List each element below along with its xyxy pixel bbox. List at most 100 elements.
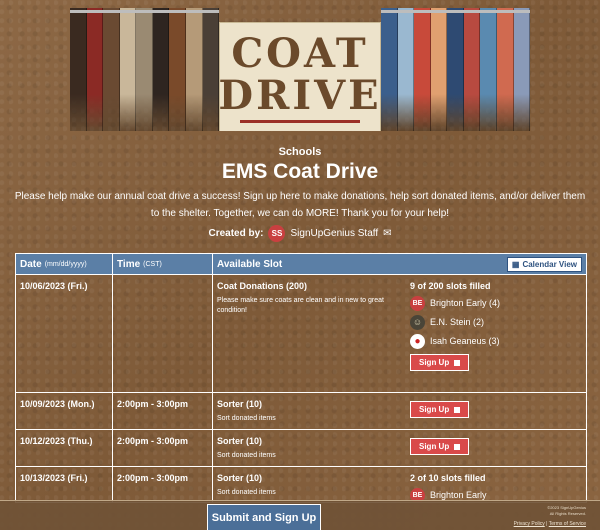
person-name: Brighton Early (4)	[430, 298, 501, 308]
sign-up-label: Sign Up	[419, 358, 450, 367]
time-column-header: Time (CST)	[113, 254, 213, 274]
created-by: Created by: SS SignUpGenius Staff ✉	[0, 225, 600, 242]
slot-cell: Sorter (10) Sort donated items	[213, 430, 406, 466]
slot-time: 2:00pm - 3:00pm	[117, 436, 189, 446]
sign-up-button[interactable]: Sign Up	[410, 401, 470, 418]
slot-date: 10/09/2023 (Mon.)	[20, 399, 95, 409]
slot-date: 10/06/2023 (Fri.)	[20, 281, 88, 291]
category-label: Schools	[278, 146, 322, 158]
slot-note: Please make sure coats are clean and in …	[217, 297, 384, 314]
left-coat-rack-image	[70, 8, 220, 131]
coat-swatch	[414, 8, 431, 131]
privacy-policy-link[interactable]: Privacy Policy	[514, 521, 545, 527]
created-by-label: Created by:	[208, 228, 264, 239]
sign-up-button[interactable]: Sign Up	[410, 354, 470, 371]
logo-underline	[240, 120, 360, 123]
table-row: 10/12/2023 (Thu.) 2:00pm - 3:00pm Sorter (…	[16, 429, 586, 466]
date-cell: 10/12/2023 (Thu.)	[16, 430, 113, 466]
slot-cell: Coat Donations (200) Please make sure coa…	[213, 275, 406, 392]
coat-drive-logo: COAT DRIVE	[218, 22, 382, 131]
coat-swatch	[136, 8, 153, 131]
slot-name: Coat Donations (200)	[217, 281, 308, 291]
calendar-view-button[interactable]: ▦ Calendar View	[506, 256, 582, 272]
slot-name: Sorter (10)	[217, 436, 263, 446]
slots-filled-count: 9 of 200 slots filled	[410, 281, 491, 291]
date-format-hint: (mm/dd/yyyy)	[44, 260, 87, 268]
right-coat-rack-image	[381, 8, 530, 131]
coat-swatch	[430, 8, 448, 131]
creator-avatar: SS	[268, 225, 286, 242]
slot-date: 10/13/2023 (Fri.)	[20, 473, 88, 483]
person-name: Brighton Early	[430, 490, 487, 500]
header-banner: COAT DRIVE	[70, 8, 530, 131]
signup-cell: 9 of 200 slots filled BE Brighton Early (4…	[406, 275, 586, 392]
date-header-label: Date	[20, 258, 42, 270]
coat-swatch	[70, 8, 87, 131]
signup-table: Date (mm/dd/yyyy) Time (CST) Available S…	[15, 253, 587, 503]
slot-note: Sort donated items	[217, 452, 276, 459]
checkbox-icon	[454, 406, 461, 413]
submit-and-sign-up-button[interactable]: Submit and Sign Up	[207, 504, 321, 530]
bottom-bar: Submit and Sign Up ©2023 SignUpGenius Al…	[0, 500, 600, 530]
person-avatar: ●	[410, 333, 425, 349]
coat-swatch	[185, 8, 203, 131]
copyright-line-2: All Rights Reserved.	[549, 511, 586, 516]
checkbox-icon	[454, 443, 461, 450]
slots-filled-count: 2 of 10 slots filled	[410, 473, 486, 483]
page-title: EMS Coat Drive	[221, 160, 379, 183]
slot-name: Sorter (10)	[217, 473, 263, 483]
table-row: 10/06/2023 (Fri.) Coat Donations (200) Ple…	[16, 274, 586, 392]
signed-up-person: ● Isah Geaneus (3)	[410, 333, 582, 349]
coat-swatch	[169, 8, 186, 131]
table-body: 10/06/2023 (Fri.) Coat Donations (200) Ple…	[16, 274, 586, 502]
slot-cell: Sorter (10) Sort donated items	[213, 467, 406, 502]
coat-swatch	[119, 8, 137, 131]
envelope-icon[interactable]: ✉	[383, 228, 391, 239]
slot-time: 2:00pm - 3:00pm	[117, 399, 189, 409]
table-header: Date (mm/dd/yyyy) Time (CST) Available S…	[16, 254, 586, 274]
creator-name[interactable]: SignUpGenius Staff	[290, 228, 378, 239]
date-cell: 10/09/2023 (Mon.)	[16, 393, 113, 429]
sign-up-label: Sign Up	[419, 405, 450, 414]
slot-column-header: Available Slot	[213, 254, 406, 274]
coat-swatch	[381, 8, 398, 131]
sign-up-button[interactable]: Sign Up	[410, 438, 470, 455]
calendar-view-label: Calendar View	[522, 259, 577, 269]
copyright: ©2023 SignUpGenius All Rights Reserved.	[547, 505, 586, 517]
signup-cell: 2 of 10 slots filledBEBrighton Early●Isa…	[406, 467, 586, 502]
logo-line-1: COAT	[231, 30, 369, 77]
person-name: E.N. Stein (2)	[430, 317, 485, 327]
legal-links: Privacy Policy | Terms of Service	[514, 521, 586, 527]
signed-up-person: BE Brighton Early (4)	[410, 295, 582, 311]
date-cell: 10/06/2023 (Fri.)	[16, 275, 113, 392]
sign-up-label: Sign Up	[419, 442, 450, 451]
terms-of-service-link[interactable]: Terms of Service	[549, 521, 586, 527]
person-avatar: ☺	[410, 314, 425, 330]
logo-line-2: DRIVE	[218, 72, 382, 119]
signup-cell: Sign Up	[406, 393, 586, 429]
coat-swatch	[103, 8, 120, 131]
person-avatar: BE	[410, 295, 425, 311]
slot-date: 10/12/2023 (Thu.)	[20, 436, 93, 446]
coat-swatch	[202, 8, 220, 131]
checkbox-icon	[454, 359, 461, 366]
description: Please help make our annual coat drive a…	[14, 191, 586, 219]
slot-note: Sort donated items	[217, 415, 276, 422]
slot-name: Sorter (10)	[217, 399, 263, 409]
table-row: 10/09/2023 (Mon.) 2:00pm - 3:00pm Sorter (…	[16, 392, 586, 429]
coat-swatch	[86, 8, 104, 131]
coat-swatch	[463, 8, 481, 131]
slot-column-header-right: ▦ Calendar View	[406, 254, 586, 274]
legal-separator: |	[546, 521, 548, 527]
coat-swatch	[513, 8, 530, 131]
time-cell: 2:00pm - 3:00pm	[113, 430, 213, 466]
time-zone-hint: (CST)	[143, 260, 162, 268]
coat-swatch	[152, 8, 170, 131]
coat-swatch	[397, 8, 415, 131]
slot-cell: Sorter (10) Sort donated items	[213, 393, 406, 429]
signup-cell: Sign Up	[406, 430, 586, 466]
date-column-header: Date (mm/dd/yyyy)	[16, 254, 113, 274]
signed-up-person: ☺ E.N. Stein (2)	[410, 314, 582, 330]
table-row: 10/13/2023 (Fri.) 2:00pm - 3:00pm Sorter (…	[16, 466, 586, 502]
coat-swatch	[496, 8, 514, 131]
